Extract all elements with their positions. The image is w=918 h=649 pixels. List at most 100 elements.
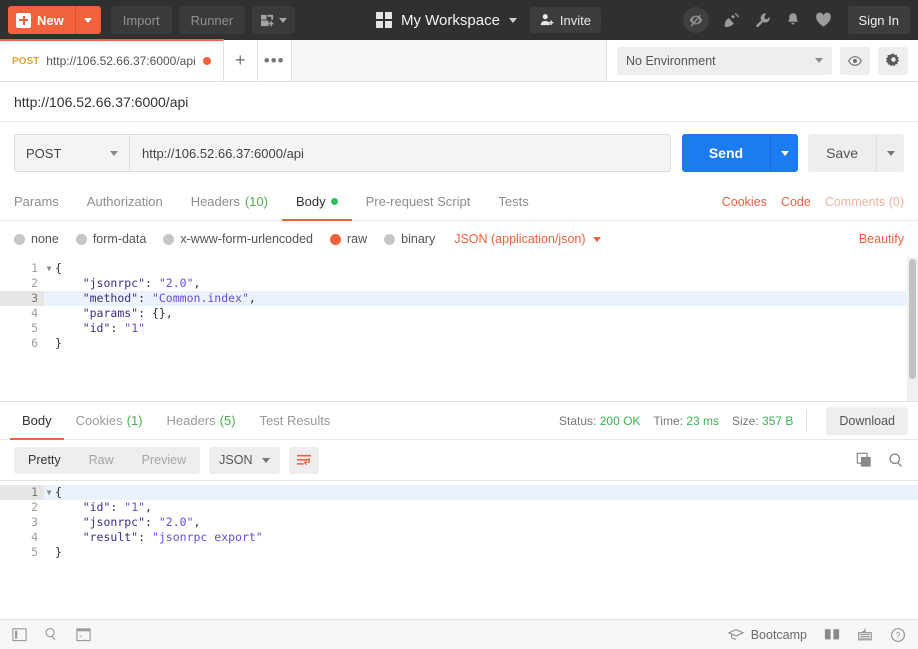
- tab-tests[interactable]: Tests: [484, 184, 542, 221]
- response-controls: Pretty Raw Preview JSON: [0, 440, 918, 480]
- code-line[interactable]: 2 "id": "1",: [0, 500, 918, 515]
- toggle-sidebar-button[interactable]: [12, 627, 27, 642]
- tab-label: Headers: [190, 194, 240, 209]
- tab-options-button[interactable]: •••: [257, 40, 292, 81]
- cookies-link[interactable]: Cookies: [722, 195, 767, 209]
- body-type-raw[interactable]: raw: [330, 232, 367, 246]
- response-code-area[interactable]: 1 ▼{2 "id": "1", 3 "jsonrpc": "2.0", 4 "res…: [0, 485, 918, 560]
- request-body-editor[interactable]: 1 ▼{2 "jsonrpc": "2.0", 3 "method": "Commo…: [0, 257, 918, 402]
- layout-toggle-button[interactable]: [824, 627, 840, 642]
- help-circle-icon: ?: [891, 627, 905, 642]
- notifications-button[interactable]: [785, 12, 801, 28]
- code-line[interactable]: 5}: [0, 545, 918, 560]
- code-line[interactable]: 6}: [0, 336, 918, 351]
- open-request-tab[interactable]: POST http://106.52.66.37:6000/api: [0, 39, 224, 81]
- code-line[interactable]: 5 "id": "1": [0, 321, 918, 336]
- workspace-selector[interactable]: My Workspace Invite: [376, 7, 601, 33]
- bell-icon: [787, 13, 798, 25]
- keyboard-shortcuts-button[interactable]: [857, 627, 873, 642]
- import-button-label: Import: [122, 12, 160, 28]
- body-type-urlencoded[interactable]: x-www-form-urlencoded: [163, 232, 313, 246]
- runner-button[interactable]: Runner: [178, 6, 246, 34]
- fold-toggle-icon[interactable]: ▼: [44, 261, 54, 276]
- sync-status-button[interactable]: [723, 12, 740, 29]
- environment-label: No Environment: [626, 53, 716, 68]
- environment-zone: No Environment: [606, 40, 918, 81]
- body-type-none[interactable]: none: [14, 232, 59, 246]
- search-button[interactable]: [44, 627, 59, 642]
- tab-body[interactable]: Body: [281, 184, 352, 221]
- code-line[interactable]: 4 "params": {},: [0, 306, 918, 321]
- new-window-button[interactable]: [252, 6, 296, 34]
- http-method-selector[interactable]: POST: [14, 134, 129, 172]
- status-bar-left: >_: [12, 627, 91, 642]
- environment-quick-look-button[interactable]: [840, 46, 870, 75]
- eye-off-button[interactable]: [682, 7, 709, 33]
- tab-label: Body: [22, 412, 52, 428]
- view-mode-raw[interactable]: Raw: [75, 447, 128, 474]
- tab-label: Pre-request Script: [365, 194, 471, 209]
- content-type-selector[interactable]: JSON (application/json): [454, 232, 601, 246]
- view-mode-pretty[interactable]: Pretty: [14, 447, 75, 474]
- request-editor-scrollbar-thumb[interactable]: [909, 259, 916, 379]
- tab-label: Authorization: [86, 194, 163, 209]
- response-format-selector[interactable]: JSON: [209, 446, 281, 474]
- help-button[interactable]: ?: [890, 627, 906, 643]
- response-body-editor[interactable]: 1 ▼{2 "id": "1", 3 "jsonrpc": "2.0", 4 "res…: [0, 480, 918, 576]
- graduation-cap-icon: [727, 628, 744, 640]
- code-text: "result": "jsonrpc export": [82, 530, 263, 544]
- bootcamp-button[interactable]: Bootcamp: [727, 628, 807, 642]
- code-line[interactable]: 3 "jsonrpc": "2.0",: [0, 515, 918, 530]
- invite-button[interactable]: Invite: [529, 7, 601, 33]
- tab-authorization[interactable]: Authorization: [73, 184, 177, 221]
- manage-environments-button[interactable]: [878, 46, 908, 75]
- sign-in-label: Sign In: [858, 12, 899, 28]
- new-button-main[interactable]: New: [8, 6, 75, 34]
- fold-toggle-icon[interactable]: ▼: [44, 485, 54, 500]
- save-options-button[interactable]: [876, 134, 904, 172]
- settings-wrench-button[interactable]: [754, 12, 771, 29]
- heart-icon: [815, 12, 831, 27]
- code-line[interactable]: 4 "result": "jsonrpc export": [0, 530, 918, 545]
- response-tab-cookies[interactable]: Cookies (1): [64, 402, 155, 440]
- code-link[interactable]: Code: [781, 195, 811, 209]
- body-type-label: binary: [401, 232, 436, 246]
- body-type-label: none: [31, 232, 59, 246]
- tab-params[interactable]: Params: [14, 184, 73, 221]
- download-response-button[interactable]: Download: [826, 406, 908, 435]
- code-line[interactable]: 1 ▼{: [0, 261, 918, 276]
- code-line[interactable]: 2 "jsonrpc": "2.0",: [0, 276, 918, 291]
- wrap-lines-button[interactable]: [289, 446, 320, 474]
- send-options-button[interactable]: [770, 134, 799, 172]
- new-tab-button[interactable]: +: [223, 40, 258, 81]
- send-button[interactable]: Send: [681, 134, 771, 172]
- search-response-button[interactable]: [888, 452, 904, 468]
- sign-in-button[interactable]: Sign In: [847, 6, 910, 34]
- download-label: Download: [839, 413, 895, 428]
- tab-label: Params: [14, 194, 59, 209]
- console-button[interactable]: >_: [76, 627, 91, 642]
- import-button[interactable]: Import: [110, 6, 172, 34]
- save-button[interactable]: Save: [808, 134, 876, 172]
- chevron-down-icon: [508, 17, 517, 23]
- code-line[interactable]: 1 ▼{: [0, 485, 918, 500]
- tab-pre-request-script[interactable]: Pre-request Script: [352, 184, 485, 221]
- response-tab-body[interactable]: Body: [10, 402, 64, 440]
- view-mode-preview[interactable]: Preview: [128, 447, 200, 474]
- body-type-binary[interactable]: binary: [384, 232, 435, 246]
- beautify-button[interactable]: Beautify: [859, 232, 904, 246]
- favorites-button[interactable]: [815, 12, 832, 28]
- response-tab-headers[interactable]: Headers (5): [155, 402, 248, 440]
- status-bar: >_ Bootcamp ?: [0, 619, 918, 649]
- copy-response-button[interactable]: [856, 452, 872, 468]
- comments-link[interactable]: Comments (0): [825, 195, 904, 209]
- response-tab-test-results[interactable]: Test Results: [248, 402, 343, 440]
- url-input[interactable]: [129, 134, 671, 172]
- new-button-dropdown[interactable]: [74, 6, 101, 34]
- code-line[interactable]: 3 "method": "Common.index",: [0, 291, 918, 306]
- tab-headers[interactable]: Headers (10): [177, 184, 282, 221]
- new-button[interactable]: New: [8, 6, 101, 34]
- body-type-form-data[interactable]: form-data: [75, 232, 146, 246]
- request-code-area[interactable]: 1 ▼{2 "jsonrpc": "2.0", 3 "method": "Commo…: [0, 261, 918, 351]
- environment-selector[interactable]: No Environment: [617, 46, 832, 75]
